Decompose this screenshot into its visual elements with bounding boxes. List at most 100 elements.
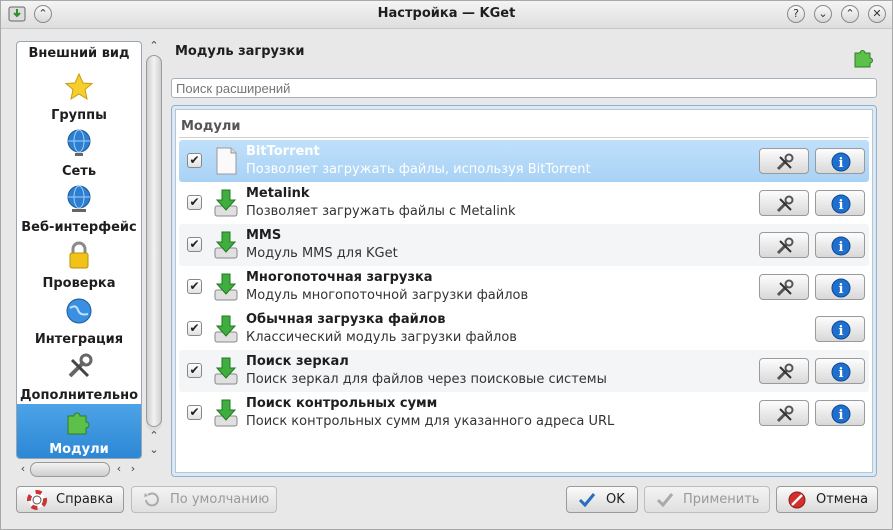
svg-text:i: i [839,240,844,255]
cancel-button[interactable]: Отмена [776,486,878,513]
scroll-up-icon[interactable]: ⌃ [147,39,161,52]
scroll-left-icon[interactable]: ‹ [16,462,30,475]
minimize-icon[interactable]: ⌄ [814,5,832,23]
page-title: Модуль загрузки [175,44,305,59]
plugin-description: Модуль многопоточной загрузки файлов [246,288,529,303]
plugin-row-regular-download[interactable]: ✔ Обычная загрузка файлов Классический м… [179,308,869,350]
help-button[interactable]: Справка [16,486,124,513]
scroll-down-icon[interactable]: ⌄ [147,443,161,456]
globe-network-icon [67,185,91,212]
settings-window: ⌃ Настройка — KGet ? ⌄ ⌃ ✕ Внешний вид Г… [0,0,893,530]
help-lifebuoy-icon [27,490,47,510]
plugin-row-metalink[interactable]: ✔ Metalink Позволяет загружать файлы с M… [179,182,869,224]
plugin-enable-checkbox[interactable]: ✔ [187,195,202,210]
plugins-list-frame: Модули ✔ BitTorrent Позволяет загружать … [171,105,877,477]
sidebar-item-label: Группы [51,108,107,123]
wrench-screwdriver-icon [776,153,794,171]
checkmark-icon [656,493,674,508]
ok-button[interactable]: OK [566,486,638,513]
sidebar-item-groups[interactable]: Группы [17,70,141,126]
plugin-name: Обычная загрузка файлов [246,312,446,327]
plugin-row-checksum-search[interactable]: ✔ Поиск контрольных сумм Поиск контрольн… [179,392,869,434]
configure-button[interactable] [759,358,809,384]
sidebar-horizontal-scrollbar[interactable]: ‹ ‹ › [16,461,146,479]
sidebar-item-network[interactable]: Сеть [17,126,141,182]
defaults-button[interactable]: По умолчанию [131,486,277,513]
svg-text:i: i [839,282,844,297]
plugin-name: BitTorrent [246,144,320,159]
sidebar-vertical-scrollbar[interactable]: ⌃ ⌃ ⌄ [145,39,163,459]
plugin-row-mms[interactable]: ✔ MMS Модуль MMS для KGet i [179,224,869,266]
plugin-description: Классический модуль загрузки файлов [246,330,517,345]
plugin-name: Поиск зеркал [246,354,349,369]
sidebar-item-plugins[interactable]: Модули [17,404,141,458]
download-arrow-icon [214,399,238,427]
configure-button[interactable] [759,148,809,174]
info-button[interactable]: i [815,274,865,300]
apply-button[interactable]: Применить [644,486,770,513]
configure-button[interactable] [759,400,809,426]
wrench-screwdriver-icon [776,195,794,213]
download-arrow-icon [214,189,238,217]
download-arrow-icon [214,315,238,343]
info-icon: i [831,194,851,214]
info-button[interactable]: i [815,400,865,426]
plugin-enable-checkbox[interactable]: ✔ [187,237,202,252]
window-title: Настройка — KGet [377,6,516,21]
plugin-enable-checkbox[interactable]: ✔ [187,321,202,336]
svg-text:i: i [839,366,844,381]
plugin-name: Поиск контрольных сумм [246,396,438,411]
plugin-enable-checkbox[interactable]: ✔ [187,153,202,168]
help-button-label: Справка [56,492,114,507]
globe-integration-icon [66,298,92,324]
plugin-row-mirror-search[interactable]: ✔ Поиск зеркал Поиск зеркал для файлов ч… [179,350,869,392]
scrollbar-track[interactable] [146,55,162,431]
tools-icon [68,353,93,378]
cancel-icon [788,491,806,509]
globe-icon [67,129,91,156]
svg-text:i: i [839,198,844,213]
lock-icon [69,241,89,269]
plugin-description: Модуль MMS для KGet [246,246,398,261]
plugin-enable-checkbox[interactable]: ✔ [187,405,202,420]
sidebar-item-integration[interactable]: Интеграция [17,294,141,350]
sidebar-item-appearance[interactable]: Внешний вид [17,42,141,64]
sidebar-item-verification[interactable]: Проверка [17,238,141,294]
search-input[interactable] [171,78,877,98]
close-icon[interactable]: ✕ [868,5,886,23]
wrench-screwdriver-icon [776,405,794,423]
cancel-button-label: Отмена [816,492,869,507]
sidebar-item-web-interface[interactable]: Веб-интерфейс [17,182,141,238]
info-button[interactable]: i [815,190,865,216]
help-question-icon[interactable]: ? [787,5,805,23]
ok-button-label: OK [606,492,625,507]
scrollbar-thumb[interactable] [30,462,110,477]
scroll-up-icon[interactable]: ⌃ [147,429,161,442]
plugin-row-multisegment[interactable]: ✔ Многопоточная загрузка Модуль многопот… [179,266,869,308]
sidebar-item-advanced[interactable]: Дополнительно [17,350,141,406]
plugin-name: MMS [246,228,282,243]
configure-button[interactable] [759,232,809,258]
svg-text:i: i [839,408,844,423]
info-button[interactable]: i [815,148,865,174]
info-button[interactable]: i [815,232,865,258]
scroll-right-icon[interactable]: › [126,462,140,475]
info-button[interactable]: i [815,316,865,342]
info-button[interactable]: i [815,358,865,384]
configure-button[interactable] [759,274,809,300]
plugin-enable-checkbox[interactable]: ✔ [187,363,202,378]
maximize-icon[interactable]: ⌃ [841,5,859,23]
plugin-enable-checkbox[interactable]: ✔ [187,279,202,294]
wrench-screwdriver-icon [776,279,794,297]
sidebar-item-label: Веб-интерфейс [21,220,137,235]
configure-button[interactable] [759,190,809,216]
divider [179,137,869,138]
info-icon: i [831,236,851,256]
plugin-description: Позволяет загружать файлы, используя Bit… [246,162,591,177]
scroll-left-icon[interactable]: ‹ [112,462,126,475]
sidebar-item-label: Модули [49,442,109,457]
svg-text:i: i [839,324,844,339]
scrollbar-thumb[interactable] [146,55,162,427]
info-icon: i [831,362,851,382]
plugin-row-bittorrent[interactable]: ✔ BitTorrent Позволяет загружать файлы, … [179,140,869,182]
